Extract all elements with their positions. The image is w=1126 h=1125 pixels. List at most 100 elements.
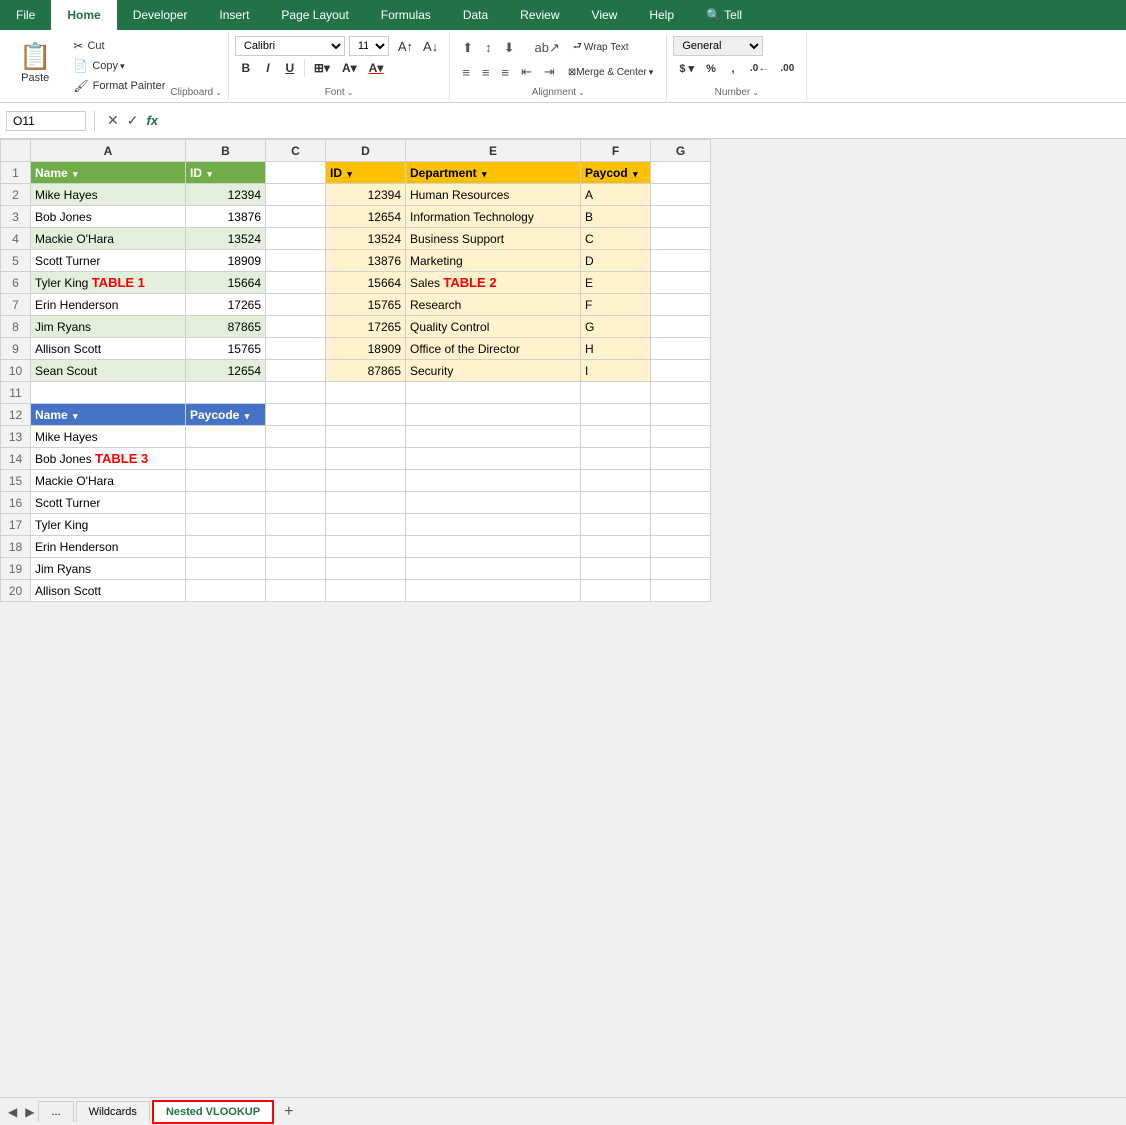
cell-c7[interactable]: [266, 294, 326, 316]
cell-b9[interactable]: 15765: [186, 338, 266, 360]
font-size-select[interactable]: 11: [349, 36, 389, 56]
wrap-text-btn[interactable]: ⮐ Wrap Text: [566, 36, 636, 59]
cell-b19[interactable]: [186, 558, 266, 580]
tab-insert[interactable]: Insert: [203, 0, 265, 30]
cell-f11[interactable]: [581, 382, 651, 404]
cancel-formula-icon[interactable]: ✕: [103, 110, 123, 131]
cell-b16[interactable]: [186, 492, 266, 514]
formula-input[interactable]: [168, 112, 1120, 130]
cell-e17[interactable]: [406, 514, 581, 536]
cell-c16[interactable]: [266, 492, 326, 514]
cell-d6[interactable]: 15664: [326, 272, 406, 294]
cell-g12[interactable]: [651, 404, 711, 426]
insert-function-icon[interactable]: fx: [142, 111, 162, 130]
cell-e11[interactable]: [406, 382, 581, 404]
cell-f3[interactable]: B: [581, 206, 651, 228]
cell-d12[interactable]: [326, 404, 406, 426]
cell-f13[interactable]: [581, 426, 651, 448]
cell-f19[interactable]: [581, 558, 651, 580]
cell-d7[interactable]: 15765: [326, 294, 406, 316]
cell-f9[interactable]: H: [581, 338, 651, 360]
cell-d14[interactable]: [326, 448, 406, 470]
tab-developer[interactable]: Developer: [117, 0, 204, 30]
cell-g7[interactable]: [651, 294, 711, 316]
cell-c19[interactable]: [266, 558, 326, 580]
cell-c8[interactable]: [266, 316, 326, 338]
cell-e10[interactable]: Security: [406, 360, 581, 382]
cell-e5[interactable]: Marketing: [406, 250, 581, 272]
increase-indent-btn[interactable]: ⇥: [538, 61, 561, 83]
cell-a1[interactable]: Name ▾: [31, 162, 186, 184]
cell-a20[interactable]: Allison Scott: [31, 580, 186, 602]
cell-f10[interactable]: I: [581, 360, 651, 382]
cell-c11[interactable]: [266, 382, 326, 404]
font-family-select[interactable]: Calibri: [235, 36, 345, 56]
cell-g8[interactable]: [651, 316, 711, 338]
cell-e8[interactable]: Quality Control: [406, 316, 581, 338]
cell-g5[interactable]: [651, 250, 711, 272]
cell-b1[interactable]: ID ▾: [186, 162, 266, 184]
increase-decimal-btn[interactable]: .00: [774, 60, 800, 77]
cell-f14[interactable]: [581, 448, 651, 470]
cell-f2[interactable]: A: [581, 184, 651, 206]
accounting-btn[interactable]: $ ▾: [673, 59, 700, 78]
cell-b4[interactable]: 13524: [186, 228, 266, 250]
cell-d20[interactable]: [326, 580, 406, 602]
tab-home[interactable]: Home: [51, 0, 116, 30]
cell-f18[interactable]: [581, 536, 651, 558]
cell-g13[interactable]: [651, 426, 711, 448]
col-header-c[interactable]: C: [266, 140, 326, 162]
number-format-select[interactable]: General: [673, 36, 763, 56]
cell-e4[interactable]: Business Support: [406, 228, 581, 250]
cell-a15[interactable]: Mackie O'Hara: [31, 470, 186, 492]
cell-e13[interactable]: [406, 426, 581, 448]
cell-c9[interactable]: [266, 338, 326, 360]
align-right-btn[interactable]: ≡: [495, 62, 515, 83]
borders-button[interactable]: ⊞▾: [308, 58, 336, 78]
decrease-decimal-btn[interactable]: .0←: [744, 60, 774, 77]
tab-tell[interactable]: 🔍 Tell: [690, 0, 758, 30]
cell-f17[interactable]: [581, 514, 651, 536]
cell-b17[interactable]: [186, 514, 266, 536]
cell-g10[interactable]: [651, 360, 711, 382]
cell-a9[interactable]: Allison Scott: [31, 338, 186, 360]
bold-button[interactable]: B: [235, 58, 257, 78]
cell-c18[interactable]: [266, 536, 326, 558]
cell-d4[interactable]: 13524: [326, 228, 406, 250]
align-left-btn[interactable]: ≡: [456, 62, 476, 83]
col-header-g[interactable]: G: [651, 140, 711, 162]
col-header-e[interactable]: E: [406, 140, 581, 162]
cell-a13[interactable]: Mike Hayes: [31, 426, 186, 448]
tab-help[interactable]: Help: [633, 0, 690, 30]
add-sheet-button[interactable]: +: [276, 1101, 301, 1123]
cell-f12[interactable]: [581, 404, 651, 426]
cell-f20[interactable]: [581, 580, 651, 602]
fill-color-button[interactable]: A▾: [336, 58, 363, 78]
cell-f8[interactable]: G: [581, 316, 651, 338]
col-header-d[interactable]: D: [326, 140, 406, 162]
cell-e7[interactable]: Research: [406, 294, 581, 316]
cell-d8[interactable]: 17265: [326, 316, 406, 338]
tab-review[interactable]: Review: [504, 0, 575, 30]
cell-b11[interactable]: [186, 382, 266, 404]
sheet-tab-nested-vlookup[interactable]: Nested VLOOKUP: [152, 1100, 274, 1124]
cell-a17[interactable]: Tyler King: [31, 514, 186, 536]
cell-g19[interactable]: [651, 558, 711, 580]
cell-a7[interactable]: Erin Henderson: [31, 294, 186, 316]
cell-c15[interactable]: [266, 470, 326, 492]
cell-reference-input[interactable]: [6, 111, 86, 131]
cell-e15[interactable]: [406, 470, 581, 492]
font-color-button[interactable]: A▾: [363, 58, 390, 78]
cell-g2[interactable]: [651, 184, 711, 206]
cell-a4[interactable]: Mackie O'Hara: [31, 228, 186, 250]
clipboard-expand-icon[interactable]: ⌄: [215, 88, 222, 97]
cell-c12[interactable]: [266, 404, 326, 426]
col-header-b[interactable]: B: [186, 140, 266, 162]
paste-button[interactable]: 📋 Paste: [10, 38, 60, 87]
merge-center-btn[interactable]: ⊠ Merge & Center ▾: [561, 64, 661, 81]
cell-g14[interactable]: [651, 448, 711, 470]
cell-e6[interactable]: Sales TABLE 2: [406, 272, 581, 294]
tab-nav-next[interactable]: ▶: [21, 1103, 38, 1121]
cell-e16[interactable]: [406, 492, 581, 514]
tab-data[interactable]: Data: [447, 0, 504, 30]
